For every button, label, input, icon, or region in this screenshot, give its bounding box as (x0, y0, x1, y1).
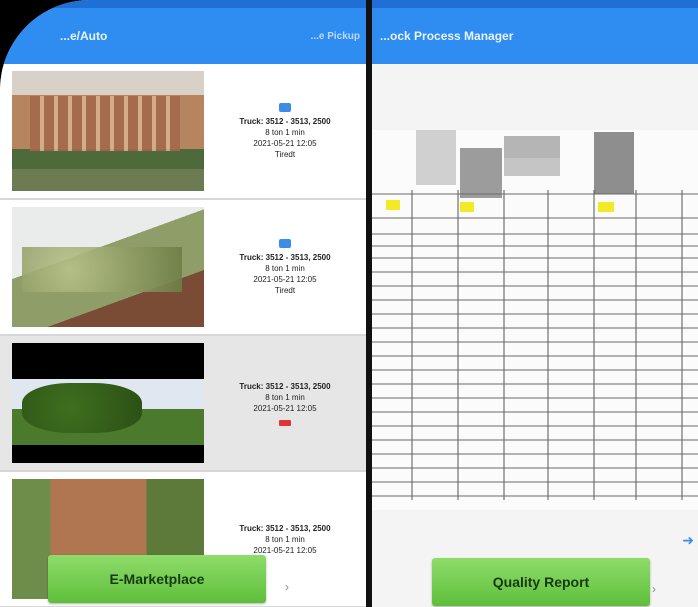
app-title: ...e/Auto (60, 29, 108, 43)
camera-icon[interactable] (279, 238, 291, 248)
truck-list: Truck: 3512 - 3513, 2500 8 ton 1 min 202… (0, 64, 366, 607)
item-details: Truck: 3512 - 3513, 2500 8 ton 1 min 202… (204, 64, 366, 198)
scanned-document (372, 130, 698, 510)
right-app-screen: ...ock Process Manager ➜ Quality Report … (372, 0, 698, 607)
delete-icon[interactable] (279, 419, 291, 426)
status-bar (0, 0, 366, 8)
chevron-down-icon[interactable]: › (652, 582, 656, 596)
quality-report-button[interactable]: Quality Report (432, 558, 650, 606)
item-details: Truck: 3512 - 3513, 2500 8 ton 1 min 202… (204, 336, 366, 470)
app-bar: ...ock Process Manager (372, 8, 698, 64)
thumbnail-logs-truck (12, 71, 204, 191)
document-table-image (372, 130, 698, 510)
list-item[interactable]: Truck: 3512 - 3513, 2500 8 ton 1 min 202… (0, 200, 366, 336)
app-bar: ...e/Auto ...e Pickup (0, 8, 366, 64)
list-item[interactable]: Truck: 3512 - 3513, 2500 8 ton 1 min 202… (0, 336, 366, 472)
item-details: Truck: 3512 - 3513, 2500 8 ton 1 min 202… (204, 200, 366, 334)
next-arrow-icon[interactable]: ➜ (682, 532, 694, 549)
chevron-down-icon[interactable]: › (285, 580, 289, 594)
status-bar (372, 0, 698, 8)
e-marketplace-button[interactable]: E-Marketplace (48, 555, 266, 603)
left-app-screen: ...e/Auto ...e Pickup Truck: 3512 - 3513… (0, 0, 366, 607)
thumbnail-trees (12, 343, 204, 463)
app-title: ...ock Process Manager (380, 29, 514, 43)
list-item[interactable]: Truck: 3512 - 3513, 2500 8 ton 1 min 202… (0, 64, 366, 200)
app-bar-right-title[interactable]: ...e Pickup (311, 31, 360, 42)
camera-icon[interactable] (279, 102, 291, 112)
thumbnail-leaf-truck (12, 207, 204, 327)
